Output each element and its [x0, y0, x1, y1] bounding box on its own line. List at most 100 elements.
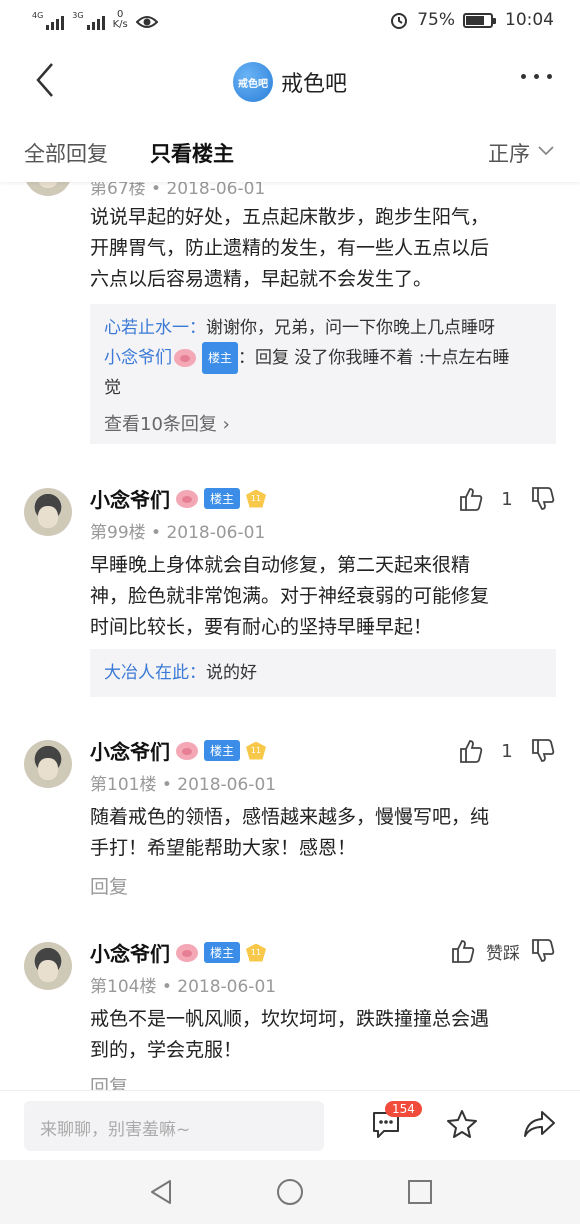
- avatar[interactable]: [24, 488, 72, 536]
- post-body: 随着戒色的领悟，感悟越来越多，慢慢写吧，纯 手打！希望能帮助大家！感恩！: [90, 802, 560, 864]
- thumb-down-icon[interactable]: [530, 938, 556, 964]
- level-badge: 11: [246, 489, 267, 508]
- post-line: 随着戒色的领悟，感悟越来越多，慢慢写吧，纯: [90, 806, 490, 828]
- post-line: 说说早起的好处，五点起床散步，跑步生阳气，: [90, 206, 490, 228]
- vote-actions: 1: [458, 486, 556, 512]
- sub-reply-text: 谢谢你，兄弟，问一下你晚上几点睡呀: [206, 318, 495, 338]
- clock: 10:04: [505, 10, 554, 30]
- vote-actions: 赞踩: [450, 938, 556, 964]
- share-icon[interactable]: [522, 1109, 556, 1139]
- sim1-label: 4G: [32, 11, 44, 20]
- thumb-down-icon[interactable]: [530, 738, 556, 764]
- view-more-replies[interactable]: 查看10条回复 ›: [104, 410, 542, 436]
- post-body: 早睡晚上身体就会自动修复，第二天起来很精 神，脸色就非常饱满。对于神经衰弱的可能…: [90, 550, 560, 643]
- sub-reply-text: ：回复 没了你我睡不着 :十点左右睡: [238, 348, 510, 368]
- thumb-up-icon[interactable]: [450, 938, 476, 964]
- floor-meta: 第101楼 • 2018-06-01: [90, 775, 277, 795]
- thumb-up-icon[interactable]: [458, 486, 484, 512]
- post-line: 六点以后容易遗精，早起就不会发生了。: [90, 268, 433, 290]
- net-speed-unit: K/s: [112, 19, 128, 30]
- sub-reply-box[interactable]: 心若止水一：谢谢你，兄弟，问一下你晚上几点睡呀 小念爷们 楼主 ：回复 没了你我…: [90, 304, 556, 444]
- vote-actions: 1: [458, 738, 556, 764]
- nav-back-icon[interactable]: [148, 1178, 174, 1206]
- thumb-up-icon[interactable]: [458, 738, 484, 764]
- level-badge: 11: [246, 943, 267, 962]
- alarm-icon: [391, 13, 408, 29]
- battery-icon: [463, 12, 496, 28]
- post-body: 说说早起的好处，五点起床散步，跑步生阳气， 开脾胃气，防止遗精的发生，有一些人五…: [90, 202, 560, 295]
- nav-recents-icon[interactable]: [407, 1179, 433, 1205]
- system-nav-bar: [0, 1160, 580, 1224]
- nav-home-icon[interactable]: [276, 1178, 304, 1206]
- sub-reply-box[interactable]: 大冶人在此：说的好: [90, 649, 556, 697]
- post-author[interactable]: 小念爷们 楼主 11: [90, 484, 267, 513]
- comment-input[interactable]: 来聊聊，别害羞嘛~: [24, 1101, 324, 1151]
- tab-host-only[interactable]: 只看楼主: [150, 138, 234, 168]
- battery-percent: 75%: [417, 10, 455, 30]
- pig-emoji-icon: [176, 489, 198, 508]
- sub-reply-text: 说的好: [206, 663, 257, 683]
- floor-meta: 第67楼 • 2018-06-01: [90, 182, 266, 199]
- sub-reply-author[interactable]: 心若止水一：: [104, 318, 206, 338]
- post-line: 早睡晚上身体就会自动修复，第二天起来很精: [90, 554, 471, 576]
- more-icon[interactable]: [521, 74, 552, 79]
- like-count: 1: [501, 488, 513, 510]
- sub-reply: 心若止水一：谢谢你，兄弟，问一下你晚上几点睡呀: [104, 314, 542, 342]
- sim2-label: 3G: [72, 11, 84, 20]
- pig-emoji-icon: [176, 943, 198, 962]
- floor-meta: 第104楼 • 2018-06-01: [90, 977, 277, 997]
- sort-label: 正序: [488, 142, 530, 166]
- post-line: 时间比较长，要有耐心的坚持早睡早起！: [90, 616, 433, 638]
- post-author[interactable]: 小念爷们 楼主 11: [90, 736, 267, 765]
- post-line: 到的，学会克服！: [90, 1039, 243, 1061]
- host-badge: 楼主: [204, 942, 241, 963]
- forum-logo: 戒色吧: [232, 62, 273, 102]
- sub-reply-text-cont: 觉: [104, 378, 121, 398]
- chevron-right-icon: ›: [222, 414, 230, 435]
- view-more-label: 查看10条回复: [104, 414, 217, 435]
- post-line: 戒色不是一帆风顺，坎坎坷坷，跌跌撞撞总会遇: [90, 1008, 490, 1030]
- bottom-bar: 来聊聊，别害羞嘛~ 154: [0, 1090, 580, 1160]
- username[interactable]: 小念爷们: [90, 484, 170, 513]
- page-title: 戒色吧: [280, 72, 347, 97]
- host-badge: 楼主: [202, 342, 239, 374]
- signal-icon-sim1: 4G: [32, 11, 65, 30]
- host-badge: 楼主: [204, 740, 241, 761]
- tab-all-replies[interactable]: 全部回复: [24, 138, 108, 168]
- post-author[interactable]: 小念爷们 楼主 11: [90, 938, 267, 967]
- sort-toggle[interactable]: 正序: [488, 138, 554, 168]
- like-dislike-label: 赞踩: [486, 943, 520, 964]
- net-speed: 0 K/s: [113, 10, 128, 30]
- post-line: 手打！希望能帮助大家！感恩！: [90, 837, 357, 859]
- username[interactable]: 小念爷们: [90, 938, 170, 967]
- tab-bar: 全部回复 只看楼主 正序: [0, 118, 580, 182]
- reply-list: 第67楼 • 2018-06-01 说说早起的好处，五点起床散步，跑步生阳气， …: [0, 182, 580, 1090]
- avatar[interactable]: [24, 942, 72, 990]
- forum-title-group[interactable]: 戒色吧 戒色吧: [0, 62, 580, 102]
- post-line: 神，脸色就非常饱满。对于神经衰弱的可能修复: [90, 585, 490, 607]
- sub-reply: 大冶人在此：说的好: [104, 659, 542, 687]
- pig-emoji-icon: [174, 349, 196, 367]
- signal-icon-sim2: 3G: [72, 11, 105, 30]
- status-bar: 4G 3G 0 K/s 75% 10:04: [0, 0, 580, 44]
- host-badge: 楼主: [204, 488, 241, 509]
- top-bar: 戒色吧 戒色吧: [0, 44, 580, 118]
- like-count: 1: [501, 740, 513, 762]
- avatar[interactable]: [24, 740, 72, 788]
- comment-count-badge: 154: [385, 1101, 422, 1117]
- star-icon[interactable]: [446, 1109, 478, 1139]
- avatar[interactable]: [24, 182, 72, 196]
- reply-link[interactable]: 回复: [90, 1072, 128, 1090]
- eye-icon: [135, 16, 158, 28]
- reply-link[interactable]: 回复: [90, 872, 128, 899]
- floor-meta: 第99楼 • 2018-06-01: [90, 523, 266, 543]
- post-body: 戒色不是一帆风顺，坎坎坷坷，跌跌撞撞总会遇 到的，学会克服！: [90, 1004, 560, 1066]
- username[interactable]: 小念爷们: [90, 736, 170, 765]
- level-badge: 11: [246, 741, 267, 760]
- thumb-down-icon[interactable]: [530, 486, 556, 512]
- chevron-down-icon: [538, 146, 554, 156]
- post-line: 开脾胃气，防止遗精的发生，有一些人五点以后: [90, 237, 490, 259]
- sub-reply-author[interactable]: 大冶人在此：: [104, 663, 206, 683]
- sub-reply: 小念爷们 楼主 ：回复 没了你我睡不着 :十点左右睡: [104, 342, 542, 374]
- sub-reply-author[interactable]: 小念爷们: [104, 344, 172, 372]
